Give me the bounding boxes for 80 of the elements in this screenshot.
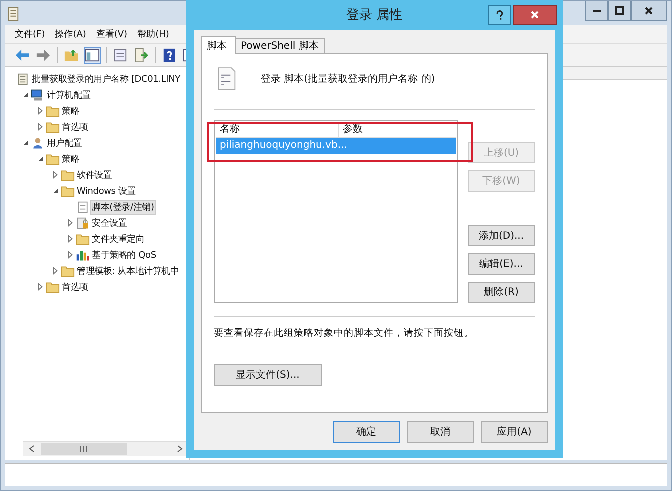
script-icon (76, 200, 90, 214)
action-button[interactable]: 编辑(E)... (468, 253, 535, 275)
action-button[interactable]: 添加(D)... (468, 224, 535, 246)
back-icon[interactable] (15, 48, 30, 62)
pane-icon[interactable] (85, 48, 100, 62)
folder-icon (61, 264, 75, 278)
expand-icon[interactable] (38, 123, 44, 131)
tab[interactable]: 脚本 (201, 36, 236, 54)
tab[interactable]: PowerShell 脚本 (235, 38, 325, 53)
script-heading: 登录 脚本(批量获取登录的用户名称 的) (261, 72, 436, 86)
close-button[interactable] (631, 1, 667, 21)
expand-icon[interactable] (68, 251, 74, 259)
scroll-left-icon[interactable] (29, 445, 35, 453)
folder-icon (46, 280, 60, 294)
show-files-button[interactable]: 显示文件(S)... (214, 364, 322, 386)
lock-icon (76, 216, 90, 230)
expand-icon[interactable] (68, 235, 74, 243)
folder-icon (61, 184, 75, 198)
expand-icon[interactable] (38, 283, 44, 291)
menu-item[interactable]: 文件(F) (15, 28, 46, 40)
column-header[interactable]: 参数 (339, 122, 363, 137)
help-icon (496, 10, 504, 20)
hint-text: 要查看保存在此组策略对象中的脚本文件，请按下面按钮。 (214, 327, 475, 340)
action-button[interactable]: 删除(R) (468, 282, 535, 304)
folder-icon (46, 104, 60, 118)
close-icon (644, 6, 654, 16)
forward-icon[interactable] (36, 48, 51, 62)
tree-item[interactable]: 基于策略的 QoS (91, 248, 158, 262)
menu-item[interactable]: 查看(V) (96, 28, 128, 40)
export-icon[interactable] (134, 48, 149, 62)
close-button[interactable] (513, 5, 557, 25)
bar-chart-icon (76, 248, 90, 262)
tree-item[interactable]: 策略 (61, 104, 81, 118)
horizontal-scrollbar[interactable] (23, 441, 189, 456)
tree-item[interactable]: 用户配置 (46, 136, 84, 150)
expand-icon[interactable] (53, 171, 59, 179)
tree-item[interactable]: 首选项 (61, 280, 90, 294)
dialog-button[interactable]: 确定 (333, 421, 400, 443)
tree-item[interactable]: 策略 (61, 152, 81, 166)
tree-item[interactable]: 安全设置 (91, 216, 128, 230)
folder-icon (46, 152, 60, 166)
folder-icon (61, 168, 75, 182)
collapse-icon[interactable] (23, 92, 29, 98)
folder-icon (46, 120, 60, 134)
tree-item[interactable]: 首选项 (61, 120, 90, 134)
tree-item[interactable]: 脚本(登录/注销) (91, 200, 156, 214)
collapse-icon[interactable] (38, 156, 44, 162)
help-button[interactable] (488, 5, 511, 25)
help-icon[interactable] (162, 48, 177, 62)
expand-icon[interactable] (38, 107, 44, 115)
expand-icon[interactable] (53, 267, 59, 275)
maximize-icon (614, 6, 624, 16)
folder-up-icon[interactable] (64, 48, 79, 62)
scroll-right-icon[interactable] (177, 445, 183, 453)
dialog-title: 登录 属性 (346, 7, 403, 24)
document-icon (7, 7, 20, 22)
computer-icon (31, 88, 45, 102)
dialog-button[interactable]: 应用(A) (481, 421, 548, 443)
maximize-button[interactable] (608, 1, 631, 21)
tree-item[interactable]: 计算机配置 (46, 88, 92, 102)
expand-icon[interactable] (68, 219, 74, 227)
dialog-button[interactable]: 取消 (407, 421, 474, 443)
tree-item[interactable]: 批量获取登录的用户名称 [DC01.LINY (31, 72, 182, 86)
folder-icon (76, 232, 90, 246)
user-icon (31, 136, 45, 150)
menu-item[interactable]: 操作(A) (55, 28, 86, 40)
tree-item[interactable]: Windows 设置 (76, 184, 138, 198)
properties-icon[interactable] (113, 48, 128, 62)
minimize-icon (592, 10, 600, 12)
scrollbar-thumb[interactable] (41, 443, 127, 455)
close-icon (530, 10, 540, 20)
tree-item[interactable]: 软件设置 (76, 168, 114, 182)
document-icon (16, 72, 30, 86)
minimize-button[interactable] (585, 1, 608, 21)
collapse-icon[interactable] (23, 140, 29, 146)
menu-item[interactable]: 帮助(H) (138, 28, 170, 40)
tree-item[interactable]: 文件夹重定向 (91, 232, 146, 246)
collapse-icon[interactable] (53, 188, 59, 194)
tree-item[interactable]: 管理模板: 从本地计算机中 (76, 264, 180, 278)
script-icon (217, 67, 237, 91)
